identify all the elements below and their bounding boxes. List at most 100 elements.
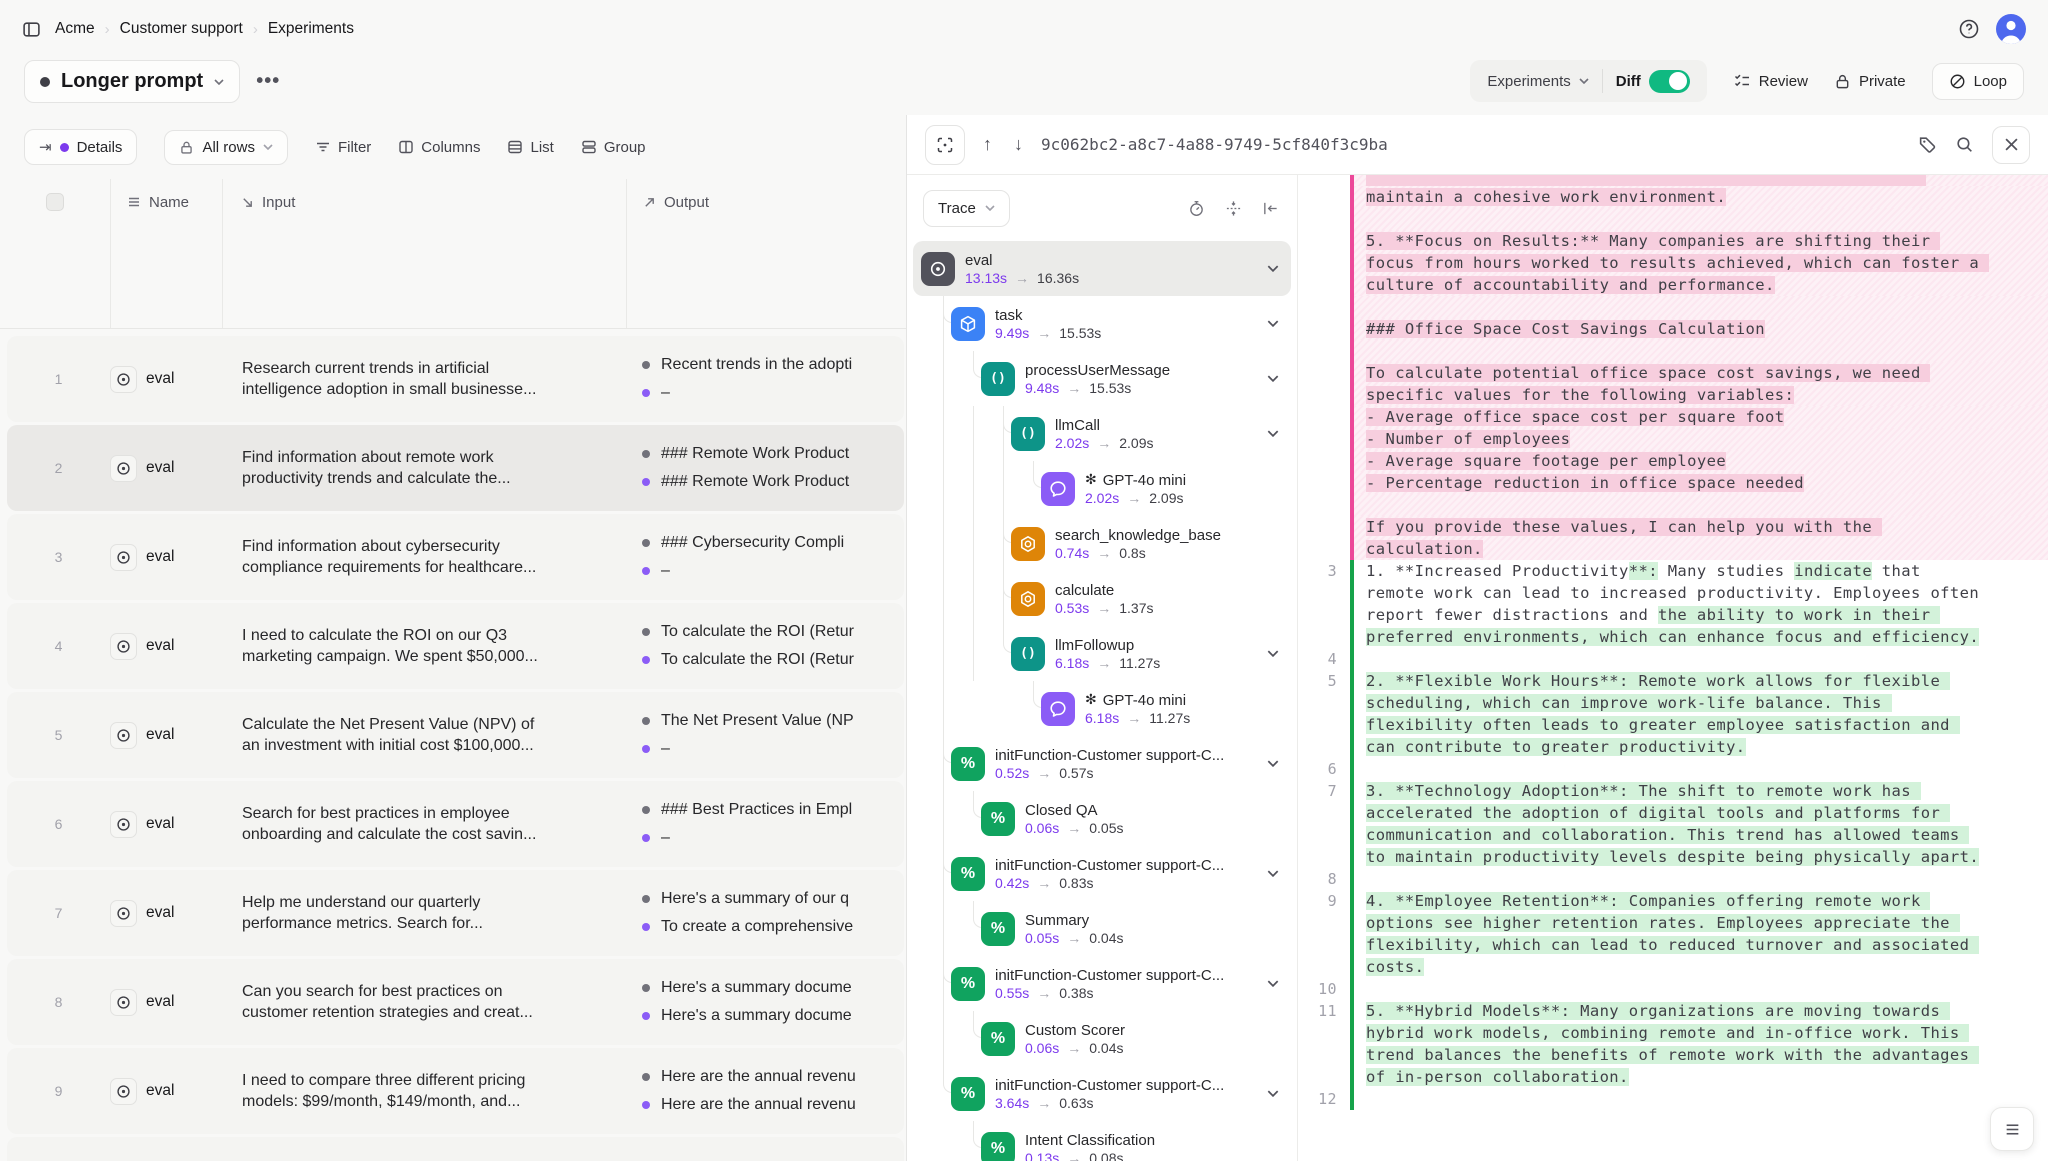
sidebar-toggle-icon[interactable] [22, 20, 41, 39]
private-button[interactable]: Private [1834, 73, 1906, 90]
trace-item-name: Intent Classification [1025, 1132, 1291, 1149]
trace-view-dropdown[interactable]: Trace [923, 190, 1010, 227]
output-line: Here's a summary of our q [642, 889, 904, 910]
diff-line-number [1298, 362, 1350, 406]
output-line: – [642, 561, 904, 582]
tag-icon[interactable] [1918, 135, 1937, 154]
diff-added-line: 8 [1298, 868, 2048, 890]
breadcrumb-project[interactable]: Customer support [120, 20, 243, 38]
trace-tree-item[interactable]: task9.49s→15.53s [913, 296, 1291, 351]
timing-icon[interactable] [1188, 200, 1205, 217]
columns-label: Columns [421, 139, 480, 156]
table-row[interactable]: 9evalI need to compare three different p… [7, 1048, 904, 1134]
collapse-vertical-icon[interactable] [1225, 200, 1242, 217]
more-menu-button[interactable]: ••• [256, 70, 280, 93]
trace-item-durations: 9.49s→15.53s [995, 325, 1261, 341]
row-number: 1 [7, 371, 110, 387]
eval-target-icon [110, 722, 137, 749]
trace-tree-item[interactable]: %Summary0.05s→0.04s [913, 901, 1291, 956]
trace-tree-item[interactable]: eval13.13s→16.36s [913, 241, 1291, 296]
trace-tree-item[interactable]: ()processUserMessage9.48s→15.53s [913, 351, 1291, 406]
table-row[interactable]: 5evalCalculate the Net Present Value (NP… [7, 692, 904, 778]
tree-guide-line [1003, 516, 1004, 571]
diff-toggle[interactable] [1649, 70, 1690, 93]
diff-line-text [1354, 296, 2048, 318]
output-dot [642, 806, 650, 814]
help-icon[interactable] [1958, 18, 1980, 40]
table-row[interactable]: 4evalI need to calculate the ROI on our … [7, 603, 904, 689]
breadcrumb-section[interactable]: Experiments [268, 20, 354, 38]
trace-tree-item[interactable]: %initFunction-Customer support-C...0.52s… [913, 736, 1291, 791]
duration-comparison: 0.83s [1059, 875, 1093, 891]
output-text: Here are the annual revenu [661, 1068, 856, 1086]
trace-tree-item[interactable]: %Closed QA0.06s→0.05s [913, 791, 1291, 846]
trace-tree-item[interactable]: %initFunction-Customer support-C...3.64s… [913, 1066, 1291, 1121]
trace-tree-item[interactable]: %initFunction-Customer support-C...0.42s… [913, 846, 1291, 901]
arrow-down-right-icon [241, 196, 254, 209]
breadcrumb-org[interactable]: Acme [55, 20, 95, 38]
table-row[interactable]: 3evalFind information about cybersecurit… [7, 514, 904, 600]
rows-filter-dropdown[interactable]: All rows [164, 130, 288, 165]
table-row[interactable]: 8evalCan you search for best practices o… [7, 959, 904, 1045]
tool-icon [1011, 527, 1045, 561]
output-line: Here's a summary docume [642, 978, 904, 999]
name-cell: eval [110, 1078, 222, 1105]
prev-row-icon[interactable]: ↑ [979, 134, 996, 155]
trace-item-durations: 2.02s→2.09s [1085, 490, 1291, 506]
trace-tree-item[interactable]: ✻GPT-4o mini2.02s→2.09s [913, 461, 1291, 516]
tool-icon [1011, 582, 1045, 616]
arrow-right-icon: → [1015, 270, 1029, 286]
loop-button[interactable]: Loop [1932, 63, 2024, 100]
filter-button[interactable]: Filter [315, 139, 371, 156]
duration-current: 0.05s [1025, 930, 1059, 946]
columns-button[interactable]: Columns [398, 139, 480, 156]
arrow-right-icon: → [1067, 820, 1081, 836]
trace-tree-item[interactable]: ✻GPT-4o mini6.18s→11.27s [913, 681, 1291, 736]
table-row[interactable]: 1evalResearch current trends in artifici… [7, 336, 904, 422]
table-row[interactable]: 7evalHelp me understand our quarterly pe… [7, 870, 904, 956]
trace-tree-item[interactable]: %Custom Scorer0.06s→0.04s [913, 1011, 1291, 1066]
trace-tree-item[interactable]: ()llmFollowup6.18s→11.27s [913, 626, 1291, 681]
diff-deleted-line: To calculate potential office space cost… [1298, 362, 2048, 406]
search-icon[interactable] [1955, 135, 1974, 154]
close-icon[interactable] [1992, 126, 2030, 164]
outline-toggle-button[interactable] [1990, 1107, 2034, 1151]
details-button[interactable]: ⇥ Details [24, 129, 137, 165]
trace-tree-item[interactable]: %Intent Classification0.13s→0.08s [913, 1121, 1291, 1161]
view-mode-dropdown[interactable]: Experiments [1474, 73, 1601, 90]
chevron-down-icon [985, 205, 995, 211]
table-row[interactable]: 6evalSearch for best practices in employ… [7, 781, 904, 867]
list-button[interactable]: List [507, 139, 553, 156]
diff-line-number [1298, 450, 1350, 472]
trace-panel: ↑ ↓ 9c062bc2-a8c7-4a88-9749-5cf840f3c9ba [906, 115, 2048, 1161]
checklist-icon [1733, 72, 1751, 90]
tree-guide-line [943, 516, 944, 571]
chevron-down-icon [1261, 265, 1291, 272]
review-button[interactable]: Review [1733, 72, 1808, 90]
experiment-selector[interactable]: Longer prompt [24, 60, 240, 103]
trace-tree-item[interactable]: calculate0.53s→1.37s [913, 571, 1291, 626]
view-mode-label: Experiments [1487, 73, 1570, 90]
duration-current: 0.42s [995, 875, 1029, 891]
collapse-left-icon[interactable] [1262, 200, 1279, 217]
arrow-right-icon: → [1037, 875, 1051, 891]
table-row[interactable]: 10evalResearch industry standards for Sa… [7, 1137, 904, 1161]
duration-current: 0.06s [1025, 820, 1059, 836]
table-row[interactable]: 2evalFind information about remote work … [7, 425, 904, 511]
output-text: – [661, 829, 670, 847]
next-row-icon[interactable]: ↓ [1010, 134, 1027, 155]
group-button[interactable]: Group [581, 139, 646, 156]
expand-trace-icon[interactable] [925, 125, 965, 165]
tree-guide-line [943, 296, 944, 351]
column-header-name[interactable]: Name [110, 179, 222, 225]
avatar[interactable] [1996, 14, 2026, 44]
column-header-output[interactable]: Output [626, 179, 906, 225]
chevron-down-icon [1261, 980, 1291, 987]
column-header-input[interactable]: Input [222, 179, 626, 225]
trace-tree-item[interactable]: %initFunction-Customer support-C...0.55s… [913, 956, 1291, 1011]
diff-line-number [1298, 296, 1350, 318]
trace-tree-item[interactable]: ()llmCall2.02s→2.09s [913, 406, 1291, 461]
trace-item-name: processUserMessage [1025, 362, 1261, 379]
select-all-checkbox[interactable] [46, 193, 64, 211]
trace-tree-item[interactable]: search_knowledge_base0.74s→0.8s [913, 516, 1291, 571]
